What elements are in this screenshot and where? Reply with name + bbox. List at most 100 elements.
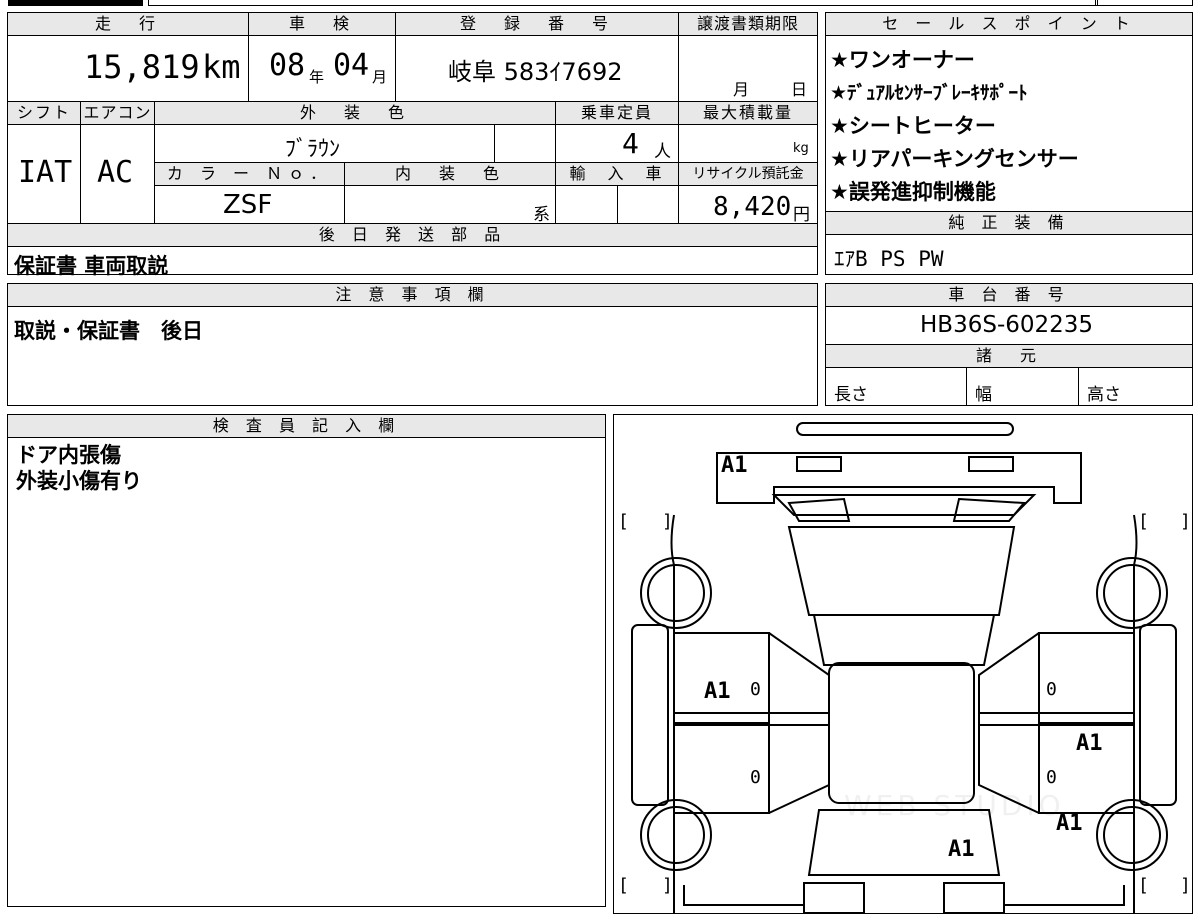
deadline-cell: 月 日 (678, 35, 818, 102)
capacity-cell: 4 人 (555, 124, 679, 163)
tread-zero-lf: 0 (750, 679, 761, 700)
shift-value: IAT (18, 155, 73, 190)
notes-header: 注 意 事 項 欄 (7, 283, 818, 307)
left-front-door-damage-mark: A1 (704, 679, 731, 704)
bracket-open-tr: [ (1138, 511, 1149, 532)
recycle-fee-cell: 8,420 円 (678, 185, 818, 225)
mileage-unit: km (202, 48, 241, 86)
spec-width-label: 幅 (975, 385, 992, 405)
inspection-year: 08 (269, 48, 306, 83)
sales-point-item: ★誤発進抑制機能 (830, 180, 996, 204)
chassis-no-header: 車 台 番 号 (825, 283, 1193, 307)
inspector-notes-cell: ドア内張傷 外装小傷有り (7, 437, 606, 907)
spec-height-cell: 高さ (1078, 367, 1193, 406)
tread-zero-lr: 0 (750, 767, 761, 788)
registration-value: 岐阜 583ｲ7692 (448, 58, 623, 86)
interior-color-cell: 系 (344, 185, 556, 225)
exterior-color-value: ﾌﾞﾗｳﾝ (285, 137, 341, 162)
sales-point-item: ★シートヒーター (830, 114, 996, 138)
right-rear-door-damage-mark: A1 (1076, 731, 1103, 756)
sales-points-list: ★ワンオーナー ★ﾃﾞｭｱﾙｾﾝｻｰﾌﾞﾚｰｷｻﾎﾟｰﾄ ★シートヒーター ★リ… (825, 35, 1193, 212)
rear-damage-mark: A1 (948, 837, 975, 862)
shift-cell: IAT (7, 124, 81, 224)
sales-point-item: ★ﾃﾞｭｱﾙｾﾝｻｰﾌﾞﾚｰｷｻﾎﾟｰﾄ (830, 82, 1028, 104)
aircon-cell: AC (80, 124, 155, 224)
later-parts-header: 後 日 発 送 部 品 (7, 223, 818, 247)
watermark: WEB STUDIO (844, 789, 1065, 822)
inspector-header: 検 査 員 記 入 欄 (7, 414, 606, 438)
top-tab-outline (148, 0, 1098, 6)
later-parts-value: 保証書 車両取説 (14, 254, 169, 278)
max-load-header: 最大積載量 (678, 101, 818, 125)
exterior-color-header: 外 装 色 (154, 101, 556, 125)
deadline-day-unit: 日 (791, 80, 808, 99)
mileage-value: 15,819 (84, 48, 200, 86)
capacity-header: 乗車定員 (555, 101, 679, 125)
bracket-open-tl: [ (618, 511, 629, 532)
genuine-equipment-cell: ｴｱB PS PW (825, 234, 1193, 275)
inspector-notes: ドア内張傷 外装小傷有り (16, 442, 142, 494)
genuine-equipment-header: 純 正 装 備 (825, 211, 1193, 235)
specs-header: 諸 元 (825, 344, 1193, 368)
aircon-header: エアコン (80, 101, 155, 125)
sales-point-item: ★ワンオーナー (830, 48, 975, 72)
bracket-close-bl: ] (662, 875, 673, 896)
import-header: 輸 入 車 (555, 162, 679, 186)
recycle-fee-unit: 円 (793, 205, 810, 225)
registration-header: 登 録 番 号 (395, 12, 679, 36)
notes-value: 取説・保証書 後日 (14, 319, 203, 343)
vehicle-info-grid: 走 行 車 検 登 録 番 号 譲渡書類期限 15,819 km 08 年 04… (7, 12, 818, 278)
max-load-cell: kg (678, 124, 818, 163)
color-no-value: ZSF (223, 190, 273, 220)
inspector-note-line: ドア内張傷 (16, 443, 121, 467)
tread-zero-rf: 0 (1046, 679, 1057, 700)
bracket-close-tr: ] (1180, 511, 1191, 532)
inspector-note-line: 外装小傷有り (16, 469, 142, 493)
inspection-month: 04 (333, 48, 370, 83)
car-diagram-outline (631, 422, 1177, 913)
transfer-deadline-header: 譲渡書類期限 (678, 12, 818, 36)
inspection-year-unit: 年 (309, 68, 325, 86)
recycle-fee-value: 8,420 (713, 192, 792, 222)
sales-points-items: ★ワンオーナー ★ﾃﾞｭｱﾙｾﾝｻｰﾌﾞﾚｰｷｻﾎﾟｰﾄ ★シートヒーター ★リ… (830, 44, 1079, 209)
deadline-month-unit: 月 (733, 80, 750, 99)
max-load-unit: kg (793, 141, 809, 156)
mileage-header: 走 行 (7, 12, 249, 36)
inspection-month-unit: 月 (372, 68, 388, 86)
chassis-no-cell: HB36S-602235 (825, 306, 1193, 345)
import-cell-b (617, 185, 679, 224)
sales-point-item: ★リアパーキングセンサー (830, 147, 1079, 171)
capacity-unit: 人 (654, 142, 671, 162)
bracket-close-br: ] (1180, 875, 1191, 896)
bracket-open-bl: [ (618, 875, 629, 896)
inspection-header: 車 検 (248, 12, 396, 36)
notes-cell: 取説・保証書 後日 (7, 306, 818, 406)
front-damage-mark: A1 (721, 453, 748, 478)
capacity-value: 4 (622, 127, 639, 160)
spec-length-label: 長さ (834, 385, 868, 405)
inspection-cell: 08 年 04 月 (248, 35, 396, 102)
later-parts-cell: 保証書 車両取説 (7, 246, 818, 278)
genuine-equipment-value: ｴｱB PS PW (834, 247, 944, 271)
exterior-color-code-cell (494, 124, 556, 163)
recycle-fee-header: リサイクル預託金 (678, 162, 818, 186)
color-no-header: カ ラ ー Ｎｏ． (154, 162, 345, 186)
bracket-open-br: [ (1138, 875, 1149, 896)
registration-cell: 岐阜 583ｲ7692 (395, 35, 679, 102)
exterior-color-cell: ﾌﾞﾗｳﾝ (154, 124, 495, 163)
car-diagram: A1 A1 A1 A1 A1 0 0 0 0 [ ] [ ] [ ] [ ] W… (613, 414, 1193, 914)
import-cell-a (555, 185, 618, 224)
spec-height-label: 高さ (1087, 385, 1121, 405)
shift-header: シフト (7, 101, 81, 125)
top-tab-right (1095, 0, 1193, 6)
spec-width-cell: 幅 (966, 367, 1079, 406)
color-no-cell: ZSF (154, 185, 345, 224)
aircon-value: AC (97, 155, 134, 190)
tread-zero-rr: 0 (1046, 767, 1057, 788)
interior-color-unit: 系 (533, 205, 550, 225)
chassis-no-value: HB36S-602235 (920, 312, 1094, 338)
interior-color-header: 内 装 色 (344, 162, 556, 186)
spec-length-cell: 長さ (825, 367, 967, 406)
bracket-close-tl: ] (662, 511, 673, 532)
sales-points-header: セ ー ル ス ポ イ ン ト (825, 12, 1193, 36)
